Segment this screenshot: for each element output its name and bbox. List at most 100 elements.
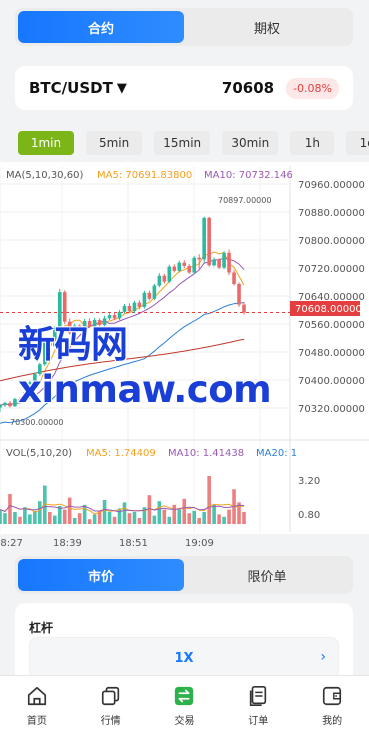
- volume-bar: [13, 512, 17, 524]
- tab-profile[interactable]: 我的: [295, 676, 369, 732]
- volume-bar: [217, 514, 221, 524]
- interval-1day[interactable]: 1day: [346, 131, 369, 155]
- volume-bar: [112, 516, 117, 524]
- pair-name[interactable]: BTC/USDT: [29, 79, 113, 97]
- volume-bar: [152, 515, 157, 524]
- tab-trade[interactable]: 交易: [148, 676, 222, 732]
- candle-body: [202, 217, 206, 260]
- tab-limit-order[interactable]: 限价单: [184, 559, 350, 591]
- tab-market-order[interactable]: 市价: [18, 559, 184, 591]
- volume-bar: [172, 504, 177, 524]
- volume-bar: [182, 498, 187, 524]
- contract-type-tabs: 合约 期权: [15, 8, 353, 46]
- tab-home-label: 首页: [26, 716, 47, 727]
- candle-body: [187, 265, 192, 273]
- caret-down-icon[interactable]: ▼: [117, 81, 127, 96]
- candle-body: [122, 305, 127, 312]
- tab-contract[interactable]: 合约: [18, 11, 184, 43]
- volume-bar: [117, 508, 122, 524]
- tab-orders[interactable]: 订单: [221, 676, 295, 732]
- volume-bar: [197, 518, 201, 524]
- price-tick: 70800.00000: [298, 236, 365, 247]
- price-tick: 70960.00000: [298, 180, 365, 191]
- interval-1min[interactable]: 1min: [18, 131, 74, 155]
- candle-body: [227, 252, 231, 273]
- candle-body: [13, 399, 17, 407]
- volume-bar: [157, 501, 162, 524]
- chevron-right-icon: ›: [320, 649, 326, 665]
- candle-body: [192, 257, 197, 273]
- candle-body: [217, 259, 221, 268]
- vol-legend-label: VOL(5,10,20): [6, 448, 72, 459]
- candle-body: [237, 283, 241, 305]
- candle-body: [3, 402, 7, 406]
- candle-body: [137, 302, 142, 307]
- interval-5min[interactable]: 5min: [86, 131, 143, 155]
- volume-bar: [38, 501, 42, 524]
- candle-body: [127, 305, 132, 312]
- tab-market-label: 行情: [100, 716, 121, 727]
- price-tick: 70880.00000: [298, 208, 365, 219]
- tab-profile-label: 我的: [322, 716, 343, 727]
- interval-selector: 1min 5min 15min 30min 1h 1day: [18, 131, 369, 155]
- pair-selector-card[interactable]: BTC/USDT ▼ 70608 -0.08%: [15, 66, 353, 110]
- time-axis: 18:27 18:39 18:51 19:09: [0, 538, 369, 552]
- volume-bar: [33, 510, 37, 524]
- market-icon: [101, 686, 119, 706]
- tab-home[interactable]: 首页: [0, 676, 74, 732]
- volume-bar: [227, 509, 231, 524]
- candle-body: [157, 275, 162, 286]
- volume-bar: [212, 504, 216, 524]
- candle-body: [0, 405, 2, 408]
- tab-options[interactable]: 期权: [184, 11, 350, 43]
- volume-bar: [127, 513, 132, 524]
- volume-bar: [67, 497, 72, 524]
- candle-body: [197, 257, 201, 260]
- candle-body: [142, 292, 147, 307]
- volume-bar: [207, 476, 211, 524]
- candle-body: [177, 262, 182, 271]
- vol-tick: 0.80: [298, 510, 320, 521]
- candle-body: [242, 304, 246, 313]
- volume-bar: [107, 512, 112, 524]
- leverage-value: 1X: [174, 650, 194, 666]
- volume-bar: [162, 509, 167, 524]
- home-icon: [27, 686, 46, 706]
- order-icon: [250, 686, 267, 706]
- volume-bar: [72, 518, 77, 524]
- volume-bar: [82, 504, 87, 524]
- volume-bar: [23, 507, 27, 524]
- candle-body: [167, 266, 172, 282]
- volume-bar: [177, 509, 182, 524]
- volume-bar: [18, 516, 22, 524]
- trade-icon: [175, 686, 194, 706]
- interval-15min[interactable]: 15min: [154, 131, 211, 155]
- volume-bar: [202, 512, 206, 524]
- volume-bar: [187, 513, 192, 524]
- ma10-legend: MA10: 70732.1460: [204, 170, 299, 181]
- watermark: 新码网xinmaw.com: [18, 323, 272, 411]
- volume-bar: [192, 510, 197, 524]
- volume-bar: [8, 494, 12, 524]
- volume-bar: [222, 516, 226, 524]
- interval-1h[interactable]: 1h: [290, 131, 335, 155]
- tab-trade-label: 交易: [174, 716, 195, 727]
- volume-bar: [137, 518, 142, 524]
- volume-bar: [28, 514, 32, 524]
- vol-ma5-legend: MA5: 1.74409: [86, 448, 156, 459]
- candle-body: [8, 402, 12, 407]
- candle-body: [212, 259, 216, 266]
- high-label: 70897.00000: [218, 196, 271, 205]
- leverage-select[interactable]: 1X ›: [29, 637, 339, 679]
- volume-bar: [102, 500, 107, 524]
- ma5-legend: MA5: 70691.83800: [97, 170, 192, 181]
- interval-30min[interactable]: 30min: [222, 131, 279, 155]
- volume-bar: [242, 512, 246, 524]
- vol-ma20-legend: MA20: 1: [256, 448, 297, 459]
- tab-market[interactable]: 行情: [74, 676, 148, 732]
- volume-bar: [62, 509, 67, 524]
- bottom-tab-bar: 首页 行情 交易 订单 我的: [0, 675, 369, 732]
- ma-legend-label: MA(5,10,30,60): [6, 170, 83, 181]
- vol-tick: 3.20: [298, 476, 320, 487]
- candle-body: [147, 292, 152, 299]
